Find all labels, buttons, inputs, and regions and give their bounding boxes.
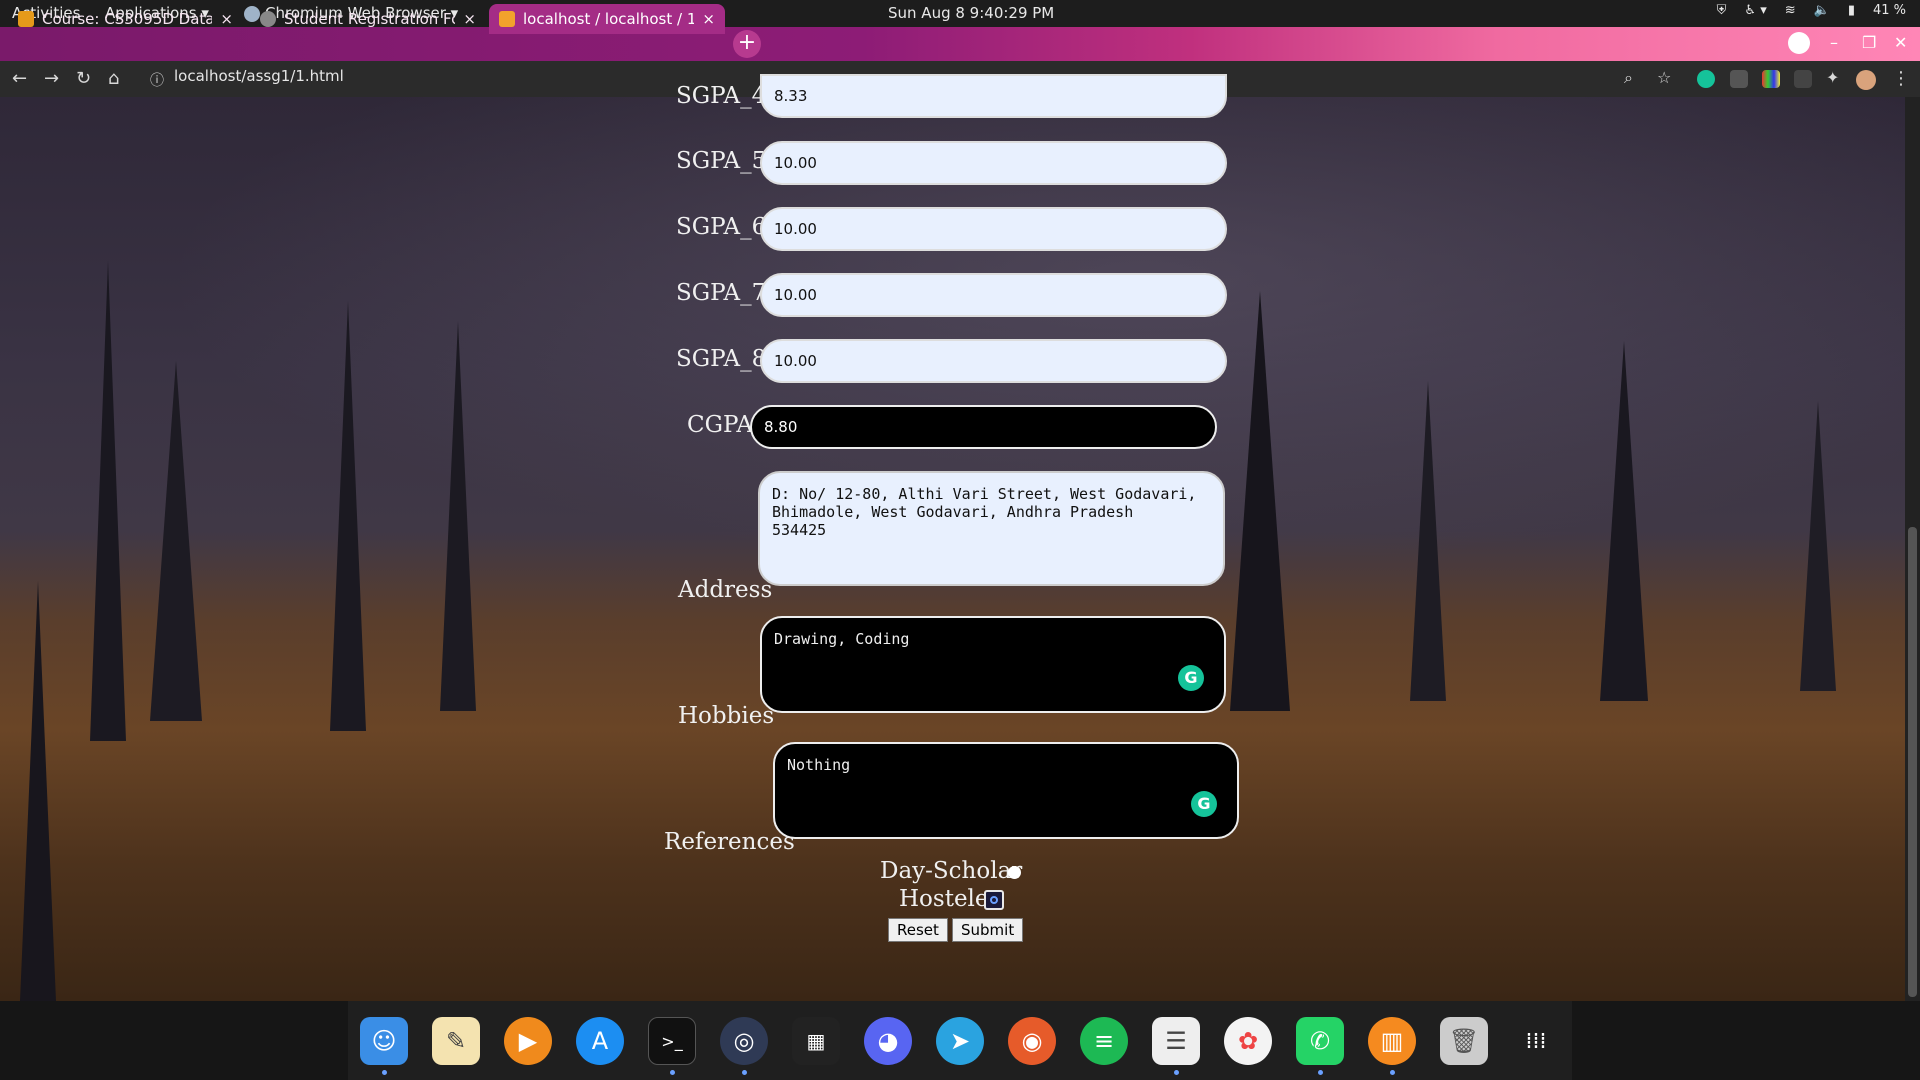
calculator-icon[interactable]: ▦ (792, 1017, 840, 1065)
app-grid-icon[interactable]: ⁞⁞⁞ (1512, 1017, 1560, 1065)
tab-title: localhost / localhost / 1st (523, 10, 695, 28)
accessibility-icon[interactable]: ♿ ▾ (1744, 3, 1766, 18)
info-icon[interactable]: ⓘ (150, 70, 164, 90)
tree-silhouette (1600, 341, 1648, 701)
firefox-icon[interactable]: ◉ (1008, 1017, 1056, 1065)
sgpa6-label: SGPA_6 (676, 214, 767, 240)
hosteler-radio[interactable] (984, 890, 1004, 910)
profile-icon[interactable] (1788, 32, 1810, 54)
address-bar[interactable]: localhost/assg1/1.html (174, 67, 344, 85)
tab-course[interactable]: Course: CS3095D Databas × (8, 4, 243, 34)
references-textarea[interactable]: Nothing (773, 742, 1239, 839)
minimize-icon[interactable]: – (1830, 33, 1838, 52)
forward-icon[interactable]: → (44, 68, 59, 89)
sgpa7-label: SGPA_7 (676, 280, 767, 306)
tree-silhouette (20, 581, 56, 1001)
tab-phpmyadmin[interactable]: localhost / localhost / 1st × (489, 4, 725, 34)
extension-icon[interactable] (1794, 70, 1812, 88)
battery-percent[interactable]: 41 % (1873, 3, 1906, 18)
reset-button[interactable]: Reset (888, 918, 948, 942)
tree-silhouette (440, 321, 476, 711)
tree-silhouette (1230, 291, 1290, 711)
sgpa8-label: SGPA_8 (676, 346, 767, 372)
cgpa-input[interactable]: 8.80 (750, 405, 1217, 449)
media-player-icon[interactable]: ▶ (504, 1017, 552, 1065)
whatsapp-icon[interactable]: ✆ (1296, 1017, 1344, 1065)
phpmyadmin-icon (499, 11, 515, 27)
finder-icon[interactable]: ☺ (360, 1017, 408, 1065)
grammarly-icon[interactable]: G (1178, 665, 1204, 691)
running-indicator (1390, 1070, 1395, 1075)
running-indicator (1174, 1070, 1179, 1075)
submit-button[interactable]: Submit (952, 918, 1024, 942)
reload-icon[interactable]: ↻ (76, 68, 91, 89)
bookmark-star-icon[interactable]: ☆ (1657, 68, 1671, 87)
terminal-icon[interactable]: >_ (648, 1017, 696, 1065)
tree-silhouette (1800, 401, 1836, 691)
close-icon[interactable]: × (220, 10, 233, 28)
tree-silhouette (150, 361, 202, 721)
sgpa6-input[interactable]: 10.00 (760, 207, 1227, 251)
puzzle-icon[interactable]: ✦ (1826, 68, 1839, 87)
globe-icon (260, 11, 276, 27)
references-label: References (664, 829, 795, 855)
running-indicator (1318, 1070, 1323, 1075)
back-icon[interactable]: ← (12, 68, 27, 89)
day-scholar-label: Day-Scholar (880, 858, 1023, 884)
clock[interactable]: Sun Aug 8 9:40:29 PM (888, 4, 1054, 22)
day-scholar-radio[interactable] (1008, 866, 1021, 879)
scrollbar-thumb[interactable] (1908, 527, 1917, 997)
running-indicator (742, 1070, 747, 1075)
hobbies-textarea[interactable]: Drawing, Coding (760, 616, 1226, 713)
sgpa5-input[interactable]: 10.00 (760, 141, 1227, 185)
sgpa5-label: SGPA_5 (676, 148, 767, 174)
app-store-icon[interactable]: A (576, 1017, 624, 1065)
shield-icon[interactable]: ⛨ (1717, 3, 1727, 18)
page-scrollbar[interactable] (1905, 97, 1920, 1001)
sgpa4-input[interactable]: 8.33 (760, 74, 1227, 118)
wifi-icon[interactable]: ≋ (1785, 3, 1796, 18)
zoom-icon[interactable]: ⌕ (1624, 68, 1633, 88)
battery-icon[interactable]: ▮ (1848, 3, 1855, 18)
tree-silhouette (1410, 381, 1446, 701)
cgpa-label: CGPA (687, 412, 753, 438)
tree-silhouette (330, 301, 366, 731)
tab-title: Course: CS3095D Databas (42, 10, 213, 28)
restore-icon[interactable]: ❐ (1862, 33, 1876, 52)
grammarly-icon[interactable]: G (1191, 791, 1217, 817)
running-indicator (382, 1070, 387, 1075)
avatar[interactable] (1856, 70, 1876, 90)
running-indicator (670, 1070, 675, 1075)
grammarly-extension-icon[interactable] (1697, 70, 1715, 88)
discord-icon[interactable]: ◕ (864, 1017, 912, 1065)
telegram-icon[interactable]: ➤ (936, 1017, 984, 1065)
books-icon[interactable]: ▥ (1368, 1017, 1416, 1065)
new-tab-button[interactable]: + (733, 30, 761, 58)
extension-icon[interactable] (1730, 70, 1748, 88)
hobbies-label: Hobbies (678, 703, 775, 729)
trash-icon[interactable]: 🗑 (1440, 1017, 1488, 1065)
close-icon[interactable]: × (463, 10, 476, 28)
address-label: Address (678, 577, 773, 603)
address-textarea[interactable]: D: No/ 12-80, Althi Vari Street, West Go… (758, 471, 1225, 586)
photos-icon[interactable]: ✿ (1224, 1017, 1272, 1065)
tab-student-registration[interactable]: Student Registration Forr × (250, 4, 486, 34)
home-icon[interactable]: ⌂ (108, 68, 119, 89)
sgpa7-input[interactable]: 10.00 (760, 273, 1227, 317)
tree-silhouette (90, 261, 126, 741)
chromium-icon[interactable]: ◎ (720, 1017, 768, 1065)
volume-icon[interactable]: 🔈 (1814, 3, 1830, 18)
text-editor-icon[interactable]: ☰ (1152, 1017, 1200, 1065)
close-window-icon[interactable]: ✕ (1894, 33, 1907, 52)
spotify-icon[interactable]: ≡ (1080, 1017, 1128, 1065)
tab-title: Student Registration Forr (284, 10, 456, 28)
sgpa4-label: SGPA_4 (676, 83, 767, 109)
menu-icon[interactable]: ⋮ (1892, 68, 1910, 89)
sgpa8-input[interactable]: 10.00 (760, 339, 1227, 383)
moodle-icon (18, 11, 34, 27)
color-extension-icon[interactable] (1762, 70, 1780, 88)
notes-icon[interactable]: ✎ (432, 1017, 480, 1065)
close-icon[interactable]: × (702, 10, 715, 28)
